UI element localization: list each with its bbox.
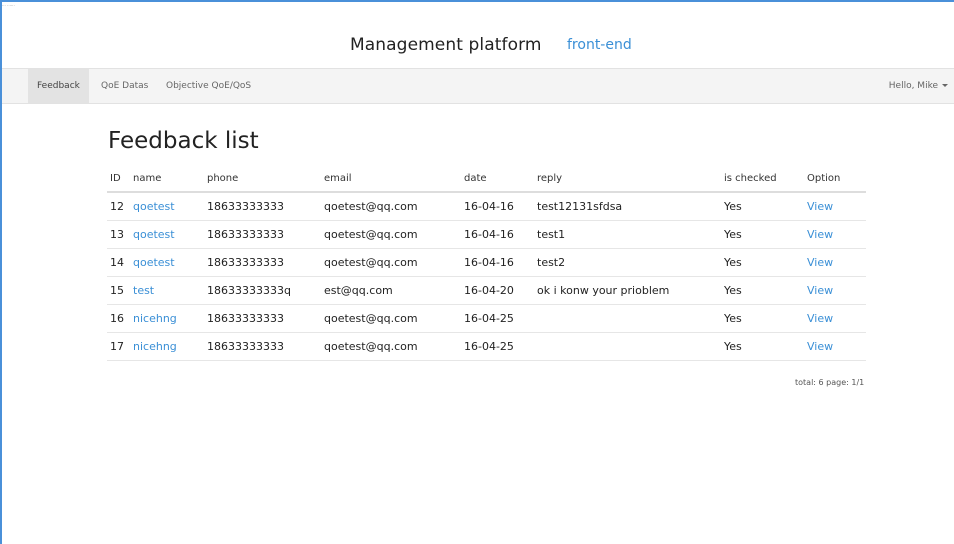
table-row: 15 test 18633333333q est@qq.com 16-04-20… (107, 276, 866, 305)
column-header-is-checked: is checked (721, 166, 804, 193)
cell-phone: 18633333333 (204, 304, 321, 333)
user-name-link[interactable]: qoetest (133, 256, 175, 269)
cell-id: 16 (107, 304, 130, 333)
user-name-link[interactable]: test (133, 284, 154, 297)
header: Management platform front-end (2, 2, 954, 68)
brand-title[interactable]: Management platform (350, 35, 542, 55)
cell-date: 16-04-25 (461, 304, 534, 333)
view-link[interactable]: View (807, 228, 833, 241)
user-name-link[interactable]: nicehng (133, 312, 177, 325)
cell-phone: 18633333333 (204, 220, 321, 249)
nav-item-qoe-datas[interactable]: QoE Datas (92, 69, 157, 103)
view-link[interactable]: View (807, 284, 833, 297)
view-link[interactable]: View (807, 200, 833, 213)
cell-email: qoetest@qq.com (321, 304, 461, 333)
table-row: 13 qoetest 18633333333 qoetest@qq.com 16… (107, 220, 866, 249)
cell-date: 16-04-16 (461, 248, 534, 277)
cell-email: est@qq.com (321, 276, 461, 305)
user-name-link[interactable]: nicehng (133, 340, 177, 353)
table-row: 12 qoetest 18633333333 qoetest@qq.com 16… (107, 192, 866, 221)
cell-date: 16-04-20 (461, 276, 534, 305)
cell-reply: test1 (534, 220, 721, 249)
column-header-phone: phone (204, 166, 321, 193)
column-header-email: email (321, 166, 461, 193)
pagination-info: total: 6 page: 1/1 (795, 378, 865, 387)
cell-phone: 18633333333q (204, 276, 321, 305)
column-header-option: Option (804, 166, 866, 193)
view-link[interactable]: View (807, 312, 833, 325)
cell-is-checked: Yes (721, 304, 804, 333)
column-header-reply: reply (534, 166, 721, 193)
cell-reply: test12131sfdsa (534, 192, 721, 221)
cell-date: 16-04-25 (461, 332, 534, 361)
page-title: Feedback list (108, 128, 259, 154)
caret-down-icon (942, 84, 948, 87)
column-header-date: date (461, 166, 534, 193)
column-header-id: ID (107, 166, 130, 193)
table-row: 14 qoetest 18633333333 qoetest@qq.com 16… (107, 248, 866, 277)
cell-reply (534, 304, 721, 333)
table-row: 17 nicehng 18633333333 qoetest@qq.com 16… (107, 332, 866, 361)
cell-email: qoetest@qq.com (321, 220, 461, 249)
cell-id: 17 (107, 332, 130, 361)
cell-is-checked: Yes (721, 220, 804, 249)
column-header-name: name (130, 166, 204, 193)
cell-reply: test2 (534, 248, 721, 277)
cell-phone: 18633333333 (204, 332, 321, 361)
feedback-table: ID name phone email date reply is checke… (107, 166, 866, 361)
cell-is-checked: Yes (721, 192, 804, 221)
corner-label: ... ...... (2, 2, 15, 7)
view-link[interactable]: View (807, 256, 833, 269)
cell-phone: 18633333333 (204, 192, 321, 221)
table-header-row: ID name phone email date reply is checke… (107, 166, 866, 193)
cell-email: qoetest@qq.com (321, 192, 461, 221)
table-row: 16 nicehng 18633333333 qoetest@qq.com 16… (107, 304, 866, 333)
cell-id: 15 (107, 276, 130, 305)
user-name-link[interactable]: qoetest (133, 200, 175, 213)
cell-id: 13 (107, 220, 130, 249)
navbar: Feedback QoE Datas Objective QoE/QoS Hel… (2, 68, 954, 104)
nav-item-objective-qoe-qos[interactable]: Objective QoE/QoS (157, 69, 260, 103)
cell-email: qoetest@qq.com (321, 332, 461, 361)
brand-subtitle-link[interactable]: front-end (567, 37, 632, 53)
cell-reply: ok i konw your prioblem (534, 276, 721, 305)
cell-is-checked: Yes (721, 276, 804, 305)
nav-item-feedback[interactable]: Feedback (28, 69, 89, 103)
cell-date: 16-04-16 (461, 192, 534, 221)
cell-is-checked: Yes (721, 248, 804, 277)
cell-date: 16-04-16 (461, 220, 534, 249)
cell-is-checked: Yes (721, 332, 804, 361)
cell-phone: 18633333333 (204, 248, 321, 277)
view-link[interactable]: View (807, 340, 833, 353)
cell-email: qoetest@qq.com (321, 248, 461, 277)
user-name-link[interactable]: qoetest (133, 228, 175, 241)
cell-id: 12 (107, 192, 130, 221)
cell-id: 14 (107, 248, 130, 277)
user-greeting: Hello, Mike (888, 81, 938, 91)
user-menu[interactable]: Hello, Mike (889, 69, 948, 103)
cell-reply (534, 332, 721, 361)
